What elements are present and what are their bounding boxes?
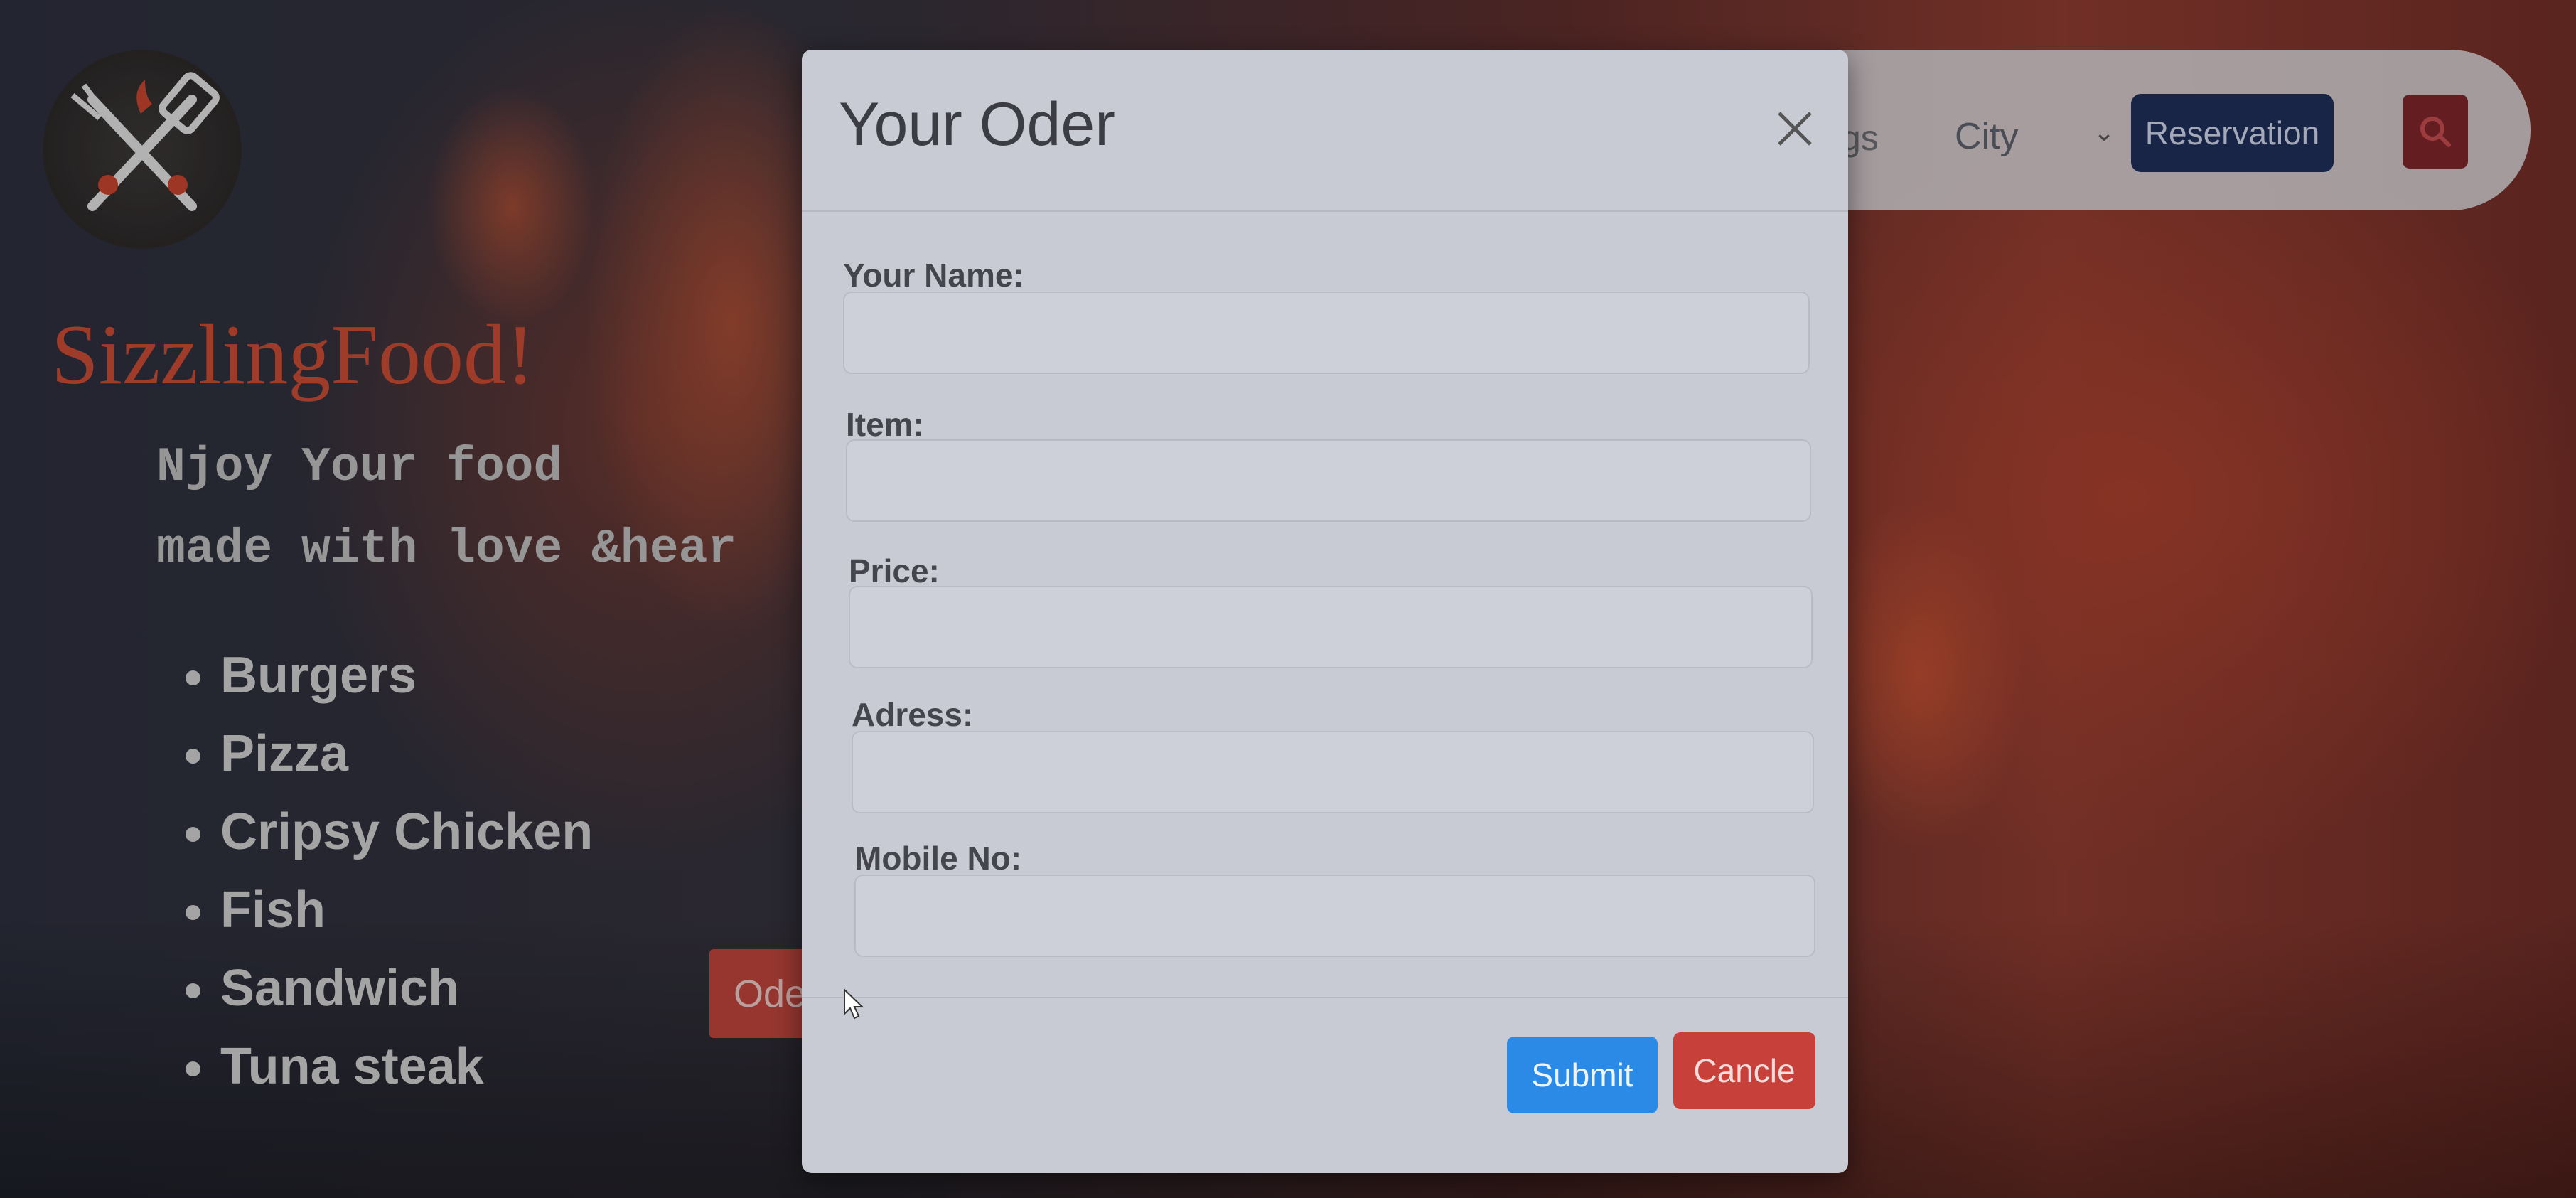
close-icon [1778,112,1812,146]
modal-title: Your Oder [839,90,1115,159]
modal-header: Your Oder [802,50,1848,212]
mobile-field[interactable] [854,875,1815,957]
price-field[interactable] [849,586,1813,668]
address-field[interactable] [852,731,1814,813]
mouse-cursor-icon [844,988,864,1020]
mobile-label: Mobile No: [854,840,1022,877]
name-label: Your Name: [843,257,1024,294]
item-label: Item: [846,406,924,443]
item-field[interactable] [846,439,1811,522]
modal-footer-divider [802,997,1848,998]
order-modal: Your Oder Your Name: Item: Price: Adress… [802,50,1848,1173]
name-field[interactable] [843,292,1810,374]
price-label: Price: [849,552,940,589]
address-label: Adress: [852,696,974,733]
submit-button[interactable]: Submit [1507,1037,1658,1113]
cancel-button[interactable]: Cancle [1673,1032,1815,1109]
close-button[interactable] [1770,104,1820,154]
